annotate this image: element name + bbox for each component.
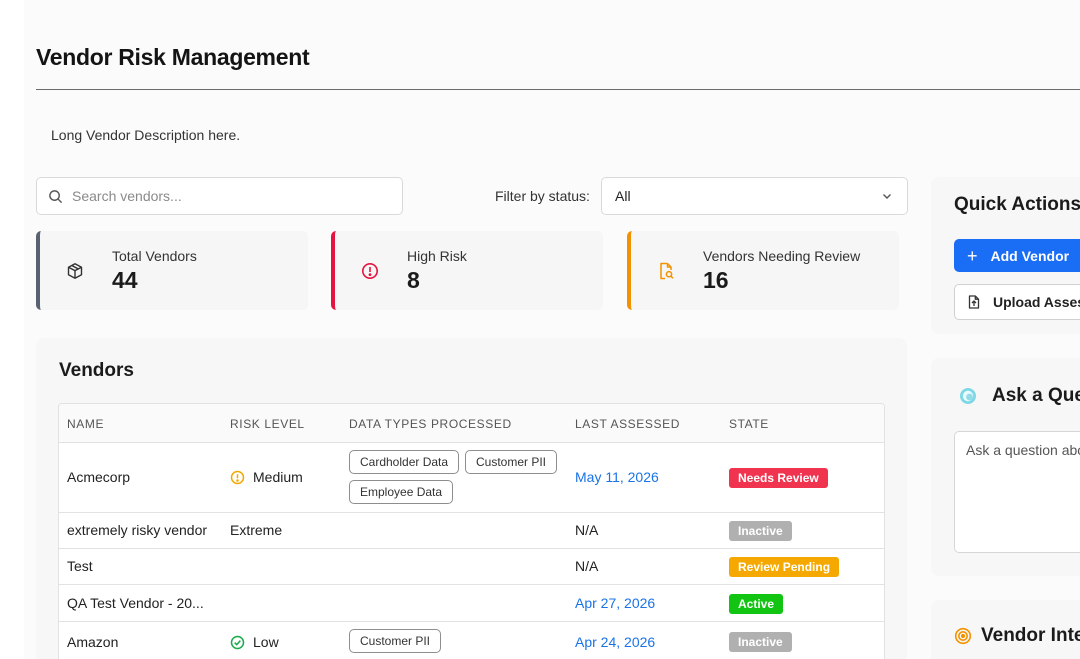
quick-actions-heading: Quick Actions — [954, 194, 1080, 215]
table-row[interactable]: Amazon Low Customer PII Apr 24, 2026 Ina… — [59, 622, 884, 659]
ask-question-heading: Ask a Que — [992, 385, 1080, 406]
upload-assessment-label: Upload Asses — [993, 294, 1080, 310]
risk-level: Medium — [230, 469, 303, 485]
file-search-icon — [660, 262, 674, 280]
page-title: Vendor Risk Management — [36, 44, 310, 70]
status-filter-select[interactable]: All — [601, 177, 908, 215]
status-badge: Review Pending — [729, 557, 840, 577]
stat-card-total-vendors: Total Vendors 44 — [36, 231, 308, 310]
vendors-table: NAME RISK LEVEL DATA TYPES PROCESSED LAS… — [58, 403, 885, 659]
stat-value: 44 — [112, 267, 138, 293]
column-header-data-types[interactable]: DATA TYPES PROCESSED — [349, 417, 512, 431]
search-input[interactable] — [72, 188, 372, 204]
search-box[interactable] — [36, 177, 403, 215]
stat-label: High Risk — [407, 248, 467, 264]
risk-level-label: Low — [253, 634, 279, 650]
add-vendor-label: Add Vendor — [990, 247, 1070, 264]
vendor-description: Long Vendor Description here. — [51, 127, 241, 143]
plus-icon: + — [967, 245, 978, 266]
file-upload-icon — [968, 295, 980, 309]
status-badge: Inactive — [729, 521, 792, 541]
last-assessed-date: N/A — [575, 522, 599, 538]
column-header-risk-level[interactable]: RISK LEVEL — [230, 417, 305, 431]
check-circle-icon — [230, 635, 245, 649]
vendor-name[interactable]: Test — [67, 558, 93, 574]
add-vendor-button[interactable]: + Add Vendor — [954, 239, 1080, 272]
title-divider — [36, 89, 1080, 90]
vendor-intel-heading: Vendor Inte — [981, 625, 1080, 646]
stat-value: 8 — [407, 267, 420, 293]
risk-level: Low — [230, 634, 279, 650]
table-row[interactable]: Test N/A Review Pending — [59, 549, 884, 585]
vendor-name[interactable]: Acmecorp — [67, 469, 130, 485]
stat-card-needing-review: Vendors Needing Review 16 — [627, 231, 899, 310]
column-header-state[interactable]: STATE — [729, 417, 769, 431]
stat-label: Vendors Needing Review — [703, 248, 861, 264]
data-type-tag: Customer PII — [465, 450, 558, 474]
vendors-heading: Vendors — [59, 360, 134, 381]
stat-card-high-risk: High Risk 8 — [331, 231, 603, 310]
ai-orb-icon — [960, 388, 976, 404]
filter-label: Filter by status: — [495, 188, 590, 204]
alert-circle-icon — [362, 263, 378, 279]
data-type-tag: Customer PII — [349, 629, 442, 653]
risk-level-label: Extreme — [230, 522, 283, 538]
last-assessed-date: May 11, 2026 — [575, 469, 659, 485]
last-assessed-date: N/A — [575, 558, 599, 574]
status-badge: Needs Review — [729, 468, 828, 488]
search-icon — [49, 189, 63, 203]
stat-value: 16 — [703, 267, 729, 293]
table-row[interactable]: extremely risky vendor Extreme N/A Inact… — [59, 513, 884, 549]
last-assessed-date: Apr 24, 2026 — [575, 634, 656, 650]
page: Vendor Risk Management Long Vendor Descr… — [0, 0, 1080, 659]
alert-circle-icon — [230, 470, 245, 484]
table-header: NAME RISK LEVEL DATA TYPES PROCESSED LAS… — [59, 404, 884, 443]
risk-level-label: Medium — [253, 469, 303, 485]
data-type-tag: Cardholder Data — [349, 450, 460, 474]
column-header-last-assessed[interactable]: LAST ASSESSED — [575, 417, 680, 431]
box-icon — [67, 263, 83, 279]
stat-label: Total Vendors — [112, 248, 197, 264]
vendor-name[interactable]: extremely risky vendor — [67, 522, 207, 538]
status-filter-value: All — [615, 188, 631, 204]
vendor-name[interactable]: Amazon — [67, 634, 118, 650]
status-badge: Active — [729, 594, 784, 614]
vendor-name[interactable]: QA Test Vendor - 20... — [67, 595, 204, 611]
column-header-name[interactable]: NAME — [67, 417, 104, 431]
data-type-tag: Employee Data — [349, 480, 454, 504]
table-row[interactable]: QA Test Vendor - 20... Apr 27, 2026 Acti… — [59, 585, 884, 622]
target-icon — [954, 627, 972, 645]
chevron-down-icon — [883, 194, 891, 199]
last-assessed-date: Apr 27, 2026 — [575, 595, 656, 611]
status-badge: Inactive — [729, 632, 792, 652]
ask-question-input[interactable]: Ask a question abo — [954, 431, 1080, 553]
table-row[interactable]: Acmecorp Medium Cardholder Data Customer… — [59, 443, 884, 513]
upload-assessment-button[interactable]: Upload Asses — [954, 284, 1080, 320]
